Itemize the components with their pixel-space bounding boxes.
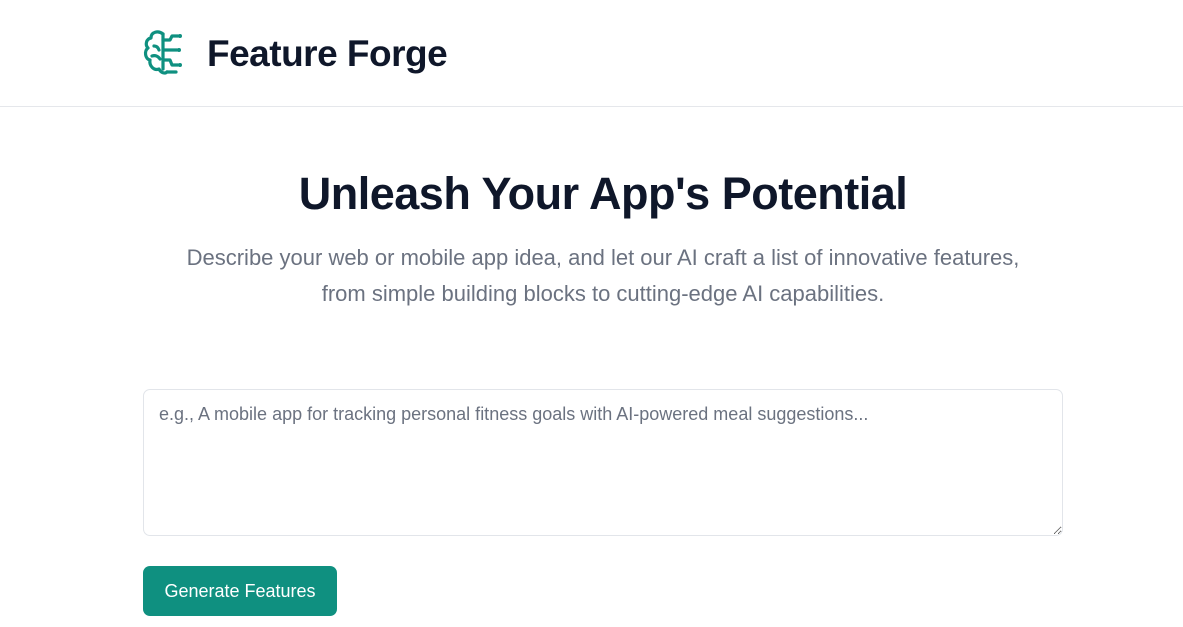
app-title: Feature Forge (207, 32, 448, 74)
brain-circuit-icon (143, 29, 189, 77)
generate-features-button[interactable]: Generate Features (143, 566, 337, 616)
hero-title: Unleash Your App's Potential (298, 168, 908, 219)
app-idea-input[interactable] (143, 389, 1063, 536)
app-header: Feature Forge (0, 0, 1183, 107)
brand: Feature Forge (143, 29, 448, 77)
hero-description: Describe your web or mobile app idea, an… (186, 245, 1020, 306)
